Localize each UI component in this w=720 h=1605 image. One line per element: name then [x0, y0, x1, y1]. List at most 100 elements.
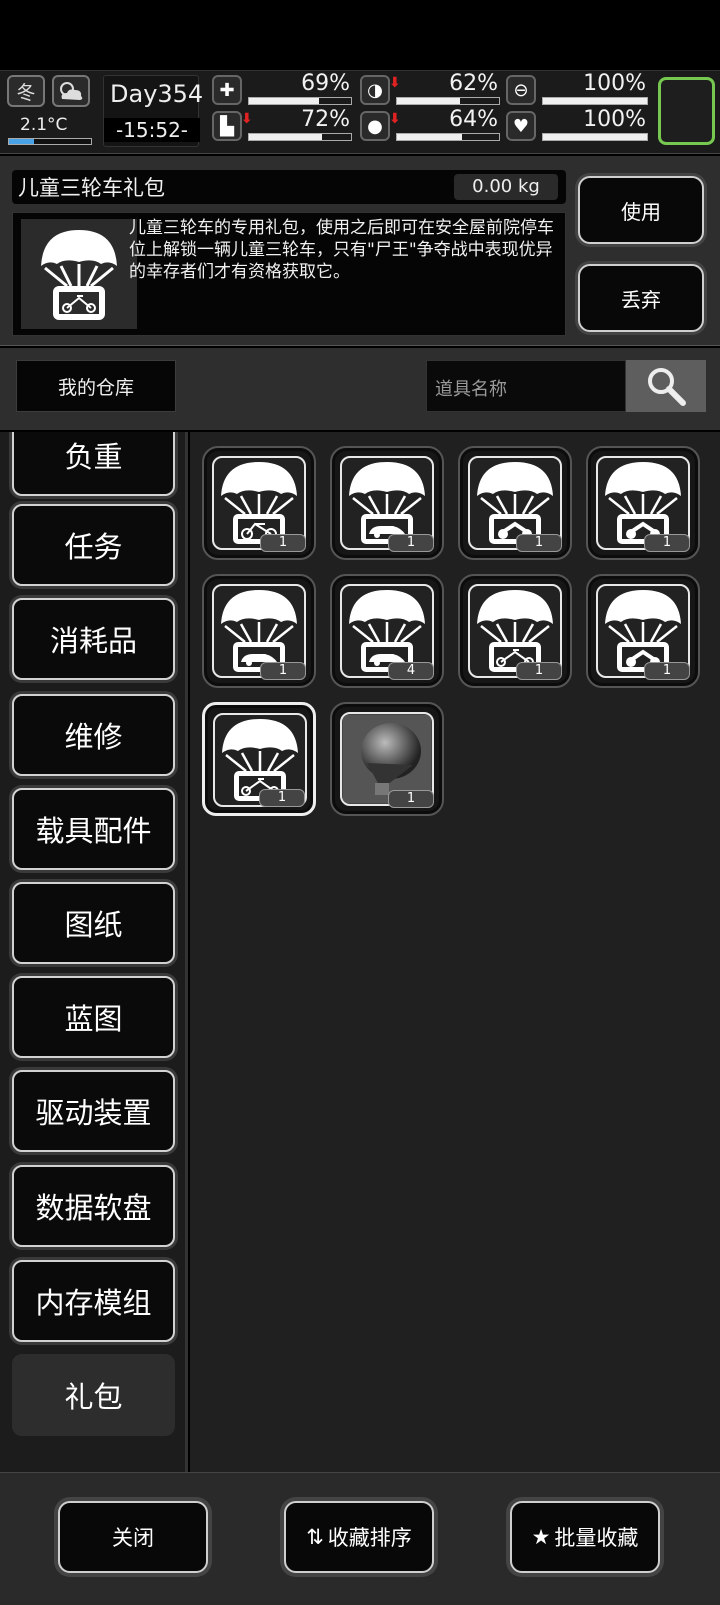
drop-button[interactable]: 丢弃	[578, 264, 704, 332]
category-blueprint[interactable]: 蓝图	[12, 976, 175, 1058]
category-label: 消耗品	[49, 624, 137, 658]
category-quest[interactable]: 任务	[12, 504, 175, 586]
item-slot[interactable]: 1	[202, 446, 316, 560]
close-button[interactable]: 关闭	[58, 1501, 208, 1573]
temperature-label: 2.1°C	[20, 115, 68, 135]
equipment-slot[interactable]	[658, 77, 715, 145]
search-input[interactable]: 道具名称	[426, 360, 626, 412]
item-description: 儿童三轮车的专用礼包，使用之后即可在安全屋前院停车位上解锁一辆儿童三轮车，只有"…	[129, 218, 554, 282]
item-slot[interactable]: 1	[458, 574, 572, 688]
use-button-label: 使用	[621, 199, 661, 224]
day-label: Day354	[110, 80, 204, 108]
stat-stamina: ▙ ⬇ 72%	[212, 107, 352, 145]
stomach-icon: ◑	[360, 75, 390, 105]
stat-energy: ⊖ 100%	[506, 71, 648, 109]
category-label: 维修	[64, 720, 123, 754]
stat-bar	[542, 97, 648, 105]
category-floppy[interactable]: 数据软盘	[12, 1165, 175, 1247]
item-description-box: 儿童三轮车的专用礼包，使用之后即可在安全屋前院停车位上解锁一辆儿童三轮车，只有"…	[12, 212, 566, 336]
item-slot[interactable]: 1	[330, 702, 444, 816]
item-count: 1	[260, 534, 306, 552]
item-count: 1	[516, 534, 562, 552]
stat-value: 100%	[583, 107, 646, 132]
item-slot[interactable]: 1	[458, 446, 572, 560]
my-warehouse-tab[interactable]: 我的仓库	[16, 360, 176, 412]
sort-arrows-icon: ⇅	[306, 1525, 324, 1549]
category-drive[interactable]: 驱动装置	[12, 1070, 175, 1152]
stat-bar	[248, 133, 352, 141]
boot-icon: ▙	[212, 111, 242, 141]
season-label: 冬	[16, 81, 36, 104]
item-slot[interactable]: 1	[330, 446, 444, 560]
stat-value: 72%	[301, 107, 350, 132]
item-grid: 1 1 1 1 1 4 1 1 1 1	[190, 432, 720, 1472]
category-memory[interactable]: 内存模组	[12, 1260, 175, 1342]
stat-hunger: ◑ ⬇ 62%	[360, 71, 500, 109]
stat-value: 64%	[449, 107, 498, 132]
parachute-tricycle-icon	[21, 219, 137, 329]
batch-button-label: 批量收藏	[554, 1526, 639, 1550]
category-gift-pack[interactable]: 礼包	[12, 1354, 175, 1436]
search-button[interactable]	[626, 360, 706, 412]
item-count: 1	[388, 534, 434, 552]
sort-favorites-button[interactable]: ⇅ 收藏排序	[284, 1501, 434, 1573]
season-indicator: 冬	[7, 75, 45, 107]
item-slot[interactable]: 1	[202, 574, 316, 688]
category-repair[interactable]: 维修	[12, 694, 175, 776]
search-placeholder: 道具名称	[435, 379, 507, 400]
category-label: 图纸	[64, 908, 123, 942]
status-hud: 冬 2.1°C Day354 -15:52- ✚ 69% ◑ ⬇ 62% ⊖ 1…	[0, 70, 720, 154]
item-count: 1	[388, 790, 434, 808]
item-slot[interactable]: 1	[586, 446, 700, 560]
clock-label: -15:52-	[104, 118, 200, 142]
category-label: 负重	[64, 440, 123, 474]
drop-button-label: 丢弃	[621, 287, 661, 312]
stat-bar	[396, 97, 500, 105]
temperature-bar	[8, 138, 92, 145]
category-vehicle-parts[interactable]: 载具配件	[12, 788, 175, 870]
stat-thirst: ● ⬇ 64%	[360, 107, 500, 145]
stat-bar	[396, 133, 500, 141]
item-weight: 0.00 kg	[454, 174, 558, 200]
item-count: 1	[260, 662, 306, 680]
batch-favorite-button[interactable]: ★ 批量收藏	[510, 1501, 660, 1573]
category-label: 蓝图	[64, 1002, 123, 1036]
my-warehouse-label: 我的仓库	[57, 376, 134, 399]
search-icon	[648, 368, 686, 406]
day-clock: Day354 -15:52-	[103, 75, 203, 147]
category-drawing[interactable]: 图纸	[12, 882, 175, 964]
item-name: 儿童三轮车礼包	[18, 176, 165, 200]
bottom-bar: 关闭 ⇅ 收藏排序 ★ 批量收藏	[0, 1472, 720, 1605]
weather-icon	[52, 75, 90, 107]
category-consumable[interactable]: 消耗品	[12, 598, 175, 680]
game-screen: { "hud": { "season": "冬", "temperature":…	[0, 0, 720, 1605]
item-count: 1	[644, 534, 690, 552]
category-load[interactable]: 负重	[12, 432, 175, 496]
category-label: 数据软盘	[35, 1191, 152, 1225]
stat-value: 62%	[449, 71, 498, 96]
stat-bar	[542, 133, 648, 141]
item-detail-panel: 儿童三轮车礼包 0.00 kg 儿童三轮车的专用礼包，使用之后即可在安全屋前院停…	[0, 156, 720, 346]
stat-health: ✚ 69%	[212, 71, 352, 109]
medkit-icon: ✚	[212, 75, 242, 105]
close-button-label: 关闭	[112, 1526, 154, 1550]
down-arrow-icon: ⬇	[241, 111, 253, 127]
star-icon: ★	[531, 1525, 551, 1549]
water-drop-icon: ●	[360, 111, 390, 141]
inventory-toolbar: 我的仓库 道具名称	[0, 348, 720, 430]
temperature: 2.1°C	[6, 113, 92, 147]
item-count: 1	[516, 662, 562, 680]
down-arrow-icon: ⬇	[389, 75, 401, 91]
stat-mood: ♥ 100%	[506, 107, 648, 145]
category-label: 内存模组	[35, 1286, 152, 1320]
stat-bar	[248, 97, 352, 105]
item-slot[interactable]: 1	[586, 574, 700, 688]
item-slot[interactable]: 4	[330, 574, 444, 688]
item-name-bar: 儿童三轮车礼包 0.00 kg	[12, 170, 566, 204]
use-button[interactable]: 使用	[578, 176, 704, 244]
stat-value: 69%	[301, 71, 350, 96]
item-count: 4	[388, 662, 434, 680]
item-slot-selected[interactable]: 1	[202, 702, 316, 816]
category-label: 载具配件	[35, 814, 152, 848]
item-count: 1	[644, 662, 690, 680]
